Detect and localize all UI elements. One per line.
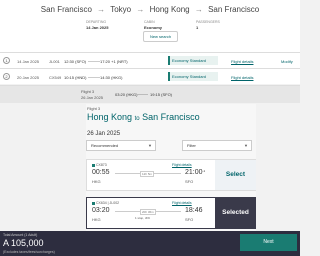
flight-date: 20 Jan 2025	[17, 75, 40, 80]
sort-dropdown[interactable]: Recommended ▼	[86, 140, 156, 151]
flight-date: 14 Jan 2025	[17, 59, 40, 64]
flight-label: Flight 3	[81, 89, 95, 94]
arrival-time-text: 21:00	[185, 169, 203, 176]
route-summary: San Francisco → Tokyo → Hong Kong → San …	[0, 5, 300, 14]
cabin-class-badge: Economy Standard	[168, 56, 218, 65]
flight-row-3: Flight 3 26 Jan 2025 03:20 (HKG) 19:15 (…	[0, 85, 300, 103]
arrival-time: 19:15 (SFO)	[150, 92, 173, 97]
route-origin: San Francisco	[40, 5, 92, 14]
select-button[interactable]: Select	[215, 160, 256, 190]
title-destination: San Francisco	[142, 112, 200, 122]
chevron-down-icon: ▼	[244, 143, 248, 148]
cabin-info: CABIN Economy	[144, 20, 162, 30]
departing-value: 14 Jan 2025	[86, 25, 109, 30]
stop-info: 1 stop, JFK	[135, 216, 151, 220]
total-label: Total Amount (1 Adult)	[3, 233, 38, 237]
next-button[interactable]: Next	[240, 234, 297, 251]
flight-details-link[interactable]: Flight details	[172, 163, 192, 167]
route-stop-2: Hong Kong	[149, 5, 190, 14]
flight-option-card: CX634 | JL002 Flight details 03:20 20h 3…	[86, 197, 256, 229]
fee-note: (Excludes taxes/fees/surcharges)	[3, 250, 55, 254]
departure-time: 12:30 (SFO)	[64, 59, 87, 64]
page-title: Hong Kong to San Francisco	[87, 112, 200, 122]
flight-details-link[interactable]: Flight details	[172, 201, 192, 205]
airline-text: CX634 | JL002	[96, 201, 120, 205]
filter-dropdown[interactable]: Filter ▼	[182, 140, 252, 151]
total-amount: A 105,000	[3, 238, 44, 248]
departure-airport: HKG	[92, 217, 101, 222]
arrival-time: 14:30 (HKG)	[100, 75, 123, 80]
flight-selection-panel: Flight 3 Hong Kong to San Francisco 26 J…	[86, 104, 256, 231]
route-line	[135, 94, 148, 95]
flight-date: 26 Jan 2025	[81, 95, 104, 100]
airline-code: CX873	[92, 163, 107, 167]
passengers-value: 1	[196, 25, 199, 30]
departure-time: 00:55	[92, 169, 110, 176]
arrival-airport: SFO	[185, 179, 194, 184]
modify-link[interactable]: Modify	[281, 59, 293, 64]
title-to: to	[134, 116, 140, 122]
flight-details-link[interactable]: Flight details	[231, 59, 253, 64]
filter-value: Filter	[187, 143, 196, 148]
cabin-value: Economy	[144, 25, 163, 30]
route-destination: San Francisco	[208, 5, 260, 14]
flight-label: Flight 3	[87, 106, 101, 111]
sort-value: Recommended	[91, 143, 119, 148]
arrival-time: 17:20 +1 (NRT)	[100, 59, 128, 64]
selected-date: 26 Jan 2025	[87, 131, 121, 137]
departing-info: DEPARTING 14 Jan 2025	[86, 20, 108, 30]
flight-number-badge: 1	[3, 57, 10, 64]
day-offset: -1	[202, 169, 206, 173]
airline-logo-icon	[92, 163, 95, 167]
departure-airport: HKG	[92, 179, 101, 184]
flight-details-link[interactable]: Flight details	[231, 75, 253, 80]
passengers-info: PASSENGERS 1	[196, 20, 220, 30]
passengers-label: PASSENGERS	[196, 20, 220, 24]
arrow-right-icon: →	[136, 5, 145, 14]
airline-code: CX634 | JL002	[92, 201, 119, 205]
new-search-button[interactable]: New search	[143, 31, 178, 42]
arrow-right-icon: →	[97, 5, 106, 14]
flight-code: CX549	[49, 75, 62, 80]
route-line	[88, 77, 100, 78]
flight-number-badge: 2	[3, 73, 10, 80]
title-origin: Hong Kong	[87, 112, 133, 122]
arrival-airport: SFO	[185, 217, 194, 222]
selected-button[interactable]: Selected	[215, 198, 256, 228]
cabin-class-badge: Economy Standard	[168, 72, 218, 81]
departure-time: 10:15 (HND)	[64, 75, 87, 80]
route-stop-1: Tokyo	[110, 5, 132, 14]
airline-logo-icon	[92, 201, 95, 205]
flight-option-card: CX873 Flight details 00:55 12h 5m 21:00-…	[86, 159, 256, 191]
flight-row-1: 1 14 Jan 2025 JL001 12:30 (SFO) 17:20 +1…	[0, 52, 300, 68]
duration-badge: 20h 36m	[140, 209, 156, 215]
flight-row-2: 2 20 Jan 2025 CX549 10:15 (HND) 14:30 (H…	[0, 68, 300, 84]
total-bar: Total Amount (1 Adult) A 105,000 (Exclud…	[0, 231, 300, 256]
arrow-right-icon: →	[194, 5, 203, 14]
duration-badge: 12h 5m	[140, 171, 155, 177]
arrival-time: 21:00-1	[185, 169, 205, 176]
route-header: San Francisco → Tokyo → Hong Kong → San …	[0, 0, 300, 52]
departure-time: 03:20	[92, 207, 110, 214]
airline-text: CX873	[96, 163, 107, 167]
route-line	[88, 61, 100, 62]
arrival-time: 18:46	[185, 207, 203, 214]
flight-code: JL001	[49, 59, 60, 64]
chevron-down-icon: ▼	[148, 143, 152, 148]
